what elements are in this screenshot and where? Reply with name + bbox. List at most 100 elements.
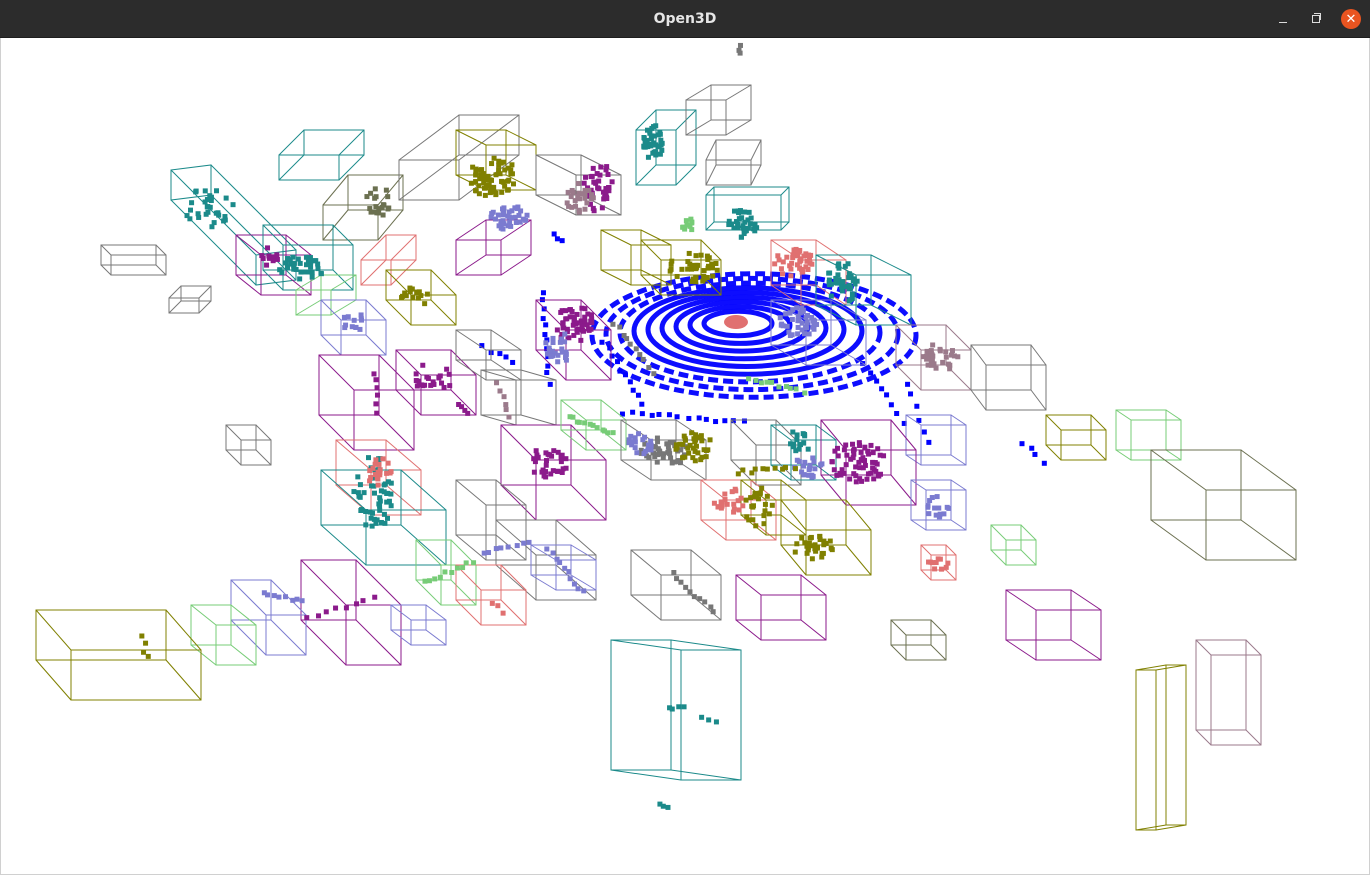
point: [491, 184, 497, 190]
point: [934, 494, 940, 500]
point: [793, 386, 799, 392]
point: [544, 546, 550, 552]
point: [697, 596, 703, 602]
bounding-box-edge: [570, 544, 597, 561]
point: [828, 545, 834, 551]
bounding-box-edge: [255, 449, 272, 466]
point: [713, 260, 719, 266]
point: [214, 188, 220, 194]
point: [581, 180, 587, 186]
point: [926, 511, 932, 517]
point: [494, 380, 500, 386]
point: [802, 390, 808, 396]
bounding-box-edge: [355, 619, 402, 666]
point: [813, 548, 819, 554]
maximize-button[interactable]: [1306, 9, 1326, 29]
point: [828, 281, 834, 287]
point: [667, 451, 673, 457]
point: [380, 202, 386, 208]
point: [630, 387, 636, 393]
bounding-box-edge: [945, 569, 957, 581]
point: [741, 225, 747, 231]
point: [761, 513, 767, 519]
point: [924, 348, 930, 354]
point: [745, 225, 751, 231]
point: [846, 275, 852, 281]
minimize-icon: [1279, 21, 1287, 23]
point: [507, 219, 513, 225]
point: [826, 270, 832, 276]
bounding-box-edge: [1090, 444, 1107, 461]
bounding-box-edge: [165, 659, 202, 701]
point: [498, 545, 504, 551]
bounding-box-edge: [385, 269, 412, 296]
point: [762, 501, 768, 507]
point: [446, 371, 452, 377]
bounding-box-edge: [1045, 444, 1062, 461]
point: [766, 511, 772, 517]
point: [371, 371, 377, 377]
point: [143, 640, 149, 646]
point: [806, 254, 812, 260]
bounding-box: [985, 364, 1047, 411]
point: [463, 560, 469, 566]
bounding-box-edge: [950, 479, 967, 491]
point: [543, 462, 549, 468]
point: [499, 189, 505, 195]
bounding-box-edge: [1005, 589, 1037, 611]
point: [627, 341, 633, 347]
point: [746, 209, 752, 215]
bounding-box-edge: [1070, 639, 1102, 661]
point: [925, 503, 931, 509]
bounding-box-edge: [620, 459, 652, 481]
close-button[interactable]: ✕: [1341, 9, 1361, 29]
point: [660, 454, 666, 460]
point: [651, 371, 657, 377]
minimize-button[interactable]: [1273, 9, 1293, 29]
point: [574, 327, 580, 333]
bounding-box-edge: [520, 414, 557, 426]
3d-viewport[interactable]: [0, 38, 1370, 875]
point: [353, 324, 359, 330]
point: [548, 471, 554, 477]
point: [377, 503, 383, 509]
point: [554, 327, 560, 333]
point: [503, 407, 509, 413]
point: [759, 485, 765, 491]
bounding-box-edge: [495, 564, 537, 601]
point: [850, 448, 856, 454]
point: [772, 261, 778, 267]
point: [751, 226, 757, 232]
point: [728, 221, 734, 227]
bounding-box-edge: [725, 119, 752, 136]
point: [557, 560, 563, 566]
point-cloud-scene[interactable]: [1, 38, 1369, 874]
point: [202, 188, 208, 194]
point: [779, 271, 785, 277]
point: [368, 209, 374, 215]
point: [374, 392, 380, 398]
window-titlebar[interactable]: Open3D ✕: [0, 0, 1370, 38]
bounding-box-edge: [730, 419, 757, 446]
point: [799, 320, 805, 326]
point: [657, 129, 663, 135]
bounding-box-edge: [705, 164, 717, 186]
point: [689, 220, 695, 226]
point: [609, 179, 615, 185]
bounding-box-edge: [155, 244, 167, 256]
point: [213, 210, 219, 216]
point: [844, 452, 850, 458]
point: [740, 503, 746, 509]
point: [559, 336, 565, 342]
bounding-box-edge: [990, 549, 1007, 566]
bounding-box-edge: [705, 221, 715, 231]
point: [691, 594, 697, 600]
bounding-box-edge: [415, 539, 442, 566]
bounding-box-edge: [690, 549, 722, 576]
point: [377, 507, 383, 513]
point: [549, 353, 555, 359]
point: [193, 189, 199, 195]
point: [693, 266, 699, 272]
point: [769, 379, 775, 385]
bounding-box-edge: [230, 604, 257, 626]
